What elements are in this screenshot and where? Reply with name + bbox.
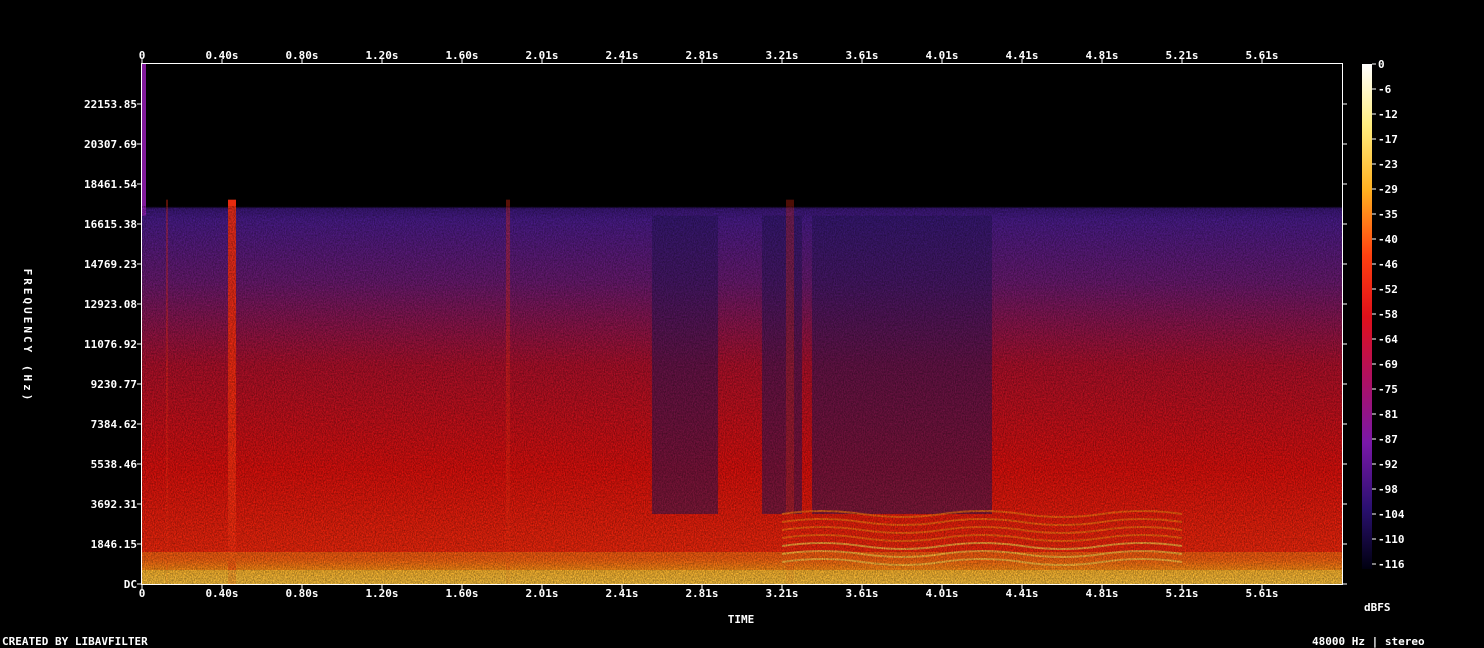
x-tick-label-bottom: 3.61s: [845, 587, 878, 600]
x-tick-label-bottom: 0.40s: [205, 587, 238, 600]
onset-line: [142, 64, 146, 216]
colorbar-tick-label: -58: [1378, 308, 1398, 321]
colorbar-tick-label: 0: [1378, 58, 1385, 71]
x-tick-label-bottom: 4.41s: [1005, 587, 1038, 600]
y-tick-label: 7384.62: [91, 418, 137, 431]
x-tick-label-top: 5.61s: [1245, 49, 1278, 62]
colorbar-tick-label: -40: [1378, 233, 1398, 246]
y-tick-label: 5538.46: [91, 458, 138, 471]
x-tick-label-top: 4.81s: [1085, 49, 1118, 62]
colorbar: 0 -6 -12 -17 -23 -29 -35 -40 -46 -52 -58 -64 -69 -75 -…: [1362, 58, 1405, 614]
y-tick-label: 20307.69: [84, 138, 137, 151]
colorbar-tick-label: -23: [1378, 158, 1398, 171]
x-axis-bottom: 0 0.40s 0.80s 1.20s 1.60s 2.01s 2.41s 2.81s 3.21…: [139, 584, 1279, 600]
colorbar-tick-label: -116: [1378, 558, 1405, 571]
colorbar-tick-label: -69: [1378, 358, 1398, 371]
footer-created-by: CREATED BY LIBAVFILTER: [2, 635, 148, 648]
x-tick-label-top: 2.81s: [685, 49, 718, 62]
y-tick-label: 9230.77: [91, 378, 137, 391]
y-tick-label: DC: [124, 578, 137, 591]
x-tick-label-bottom: 0.80s: [285, 587, 318, 600]
x-tick-label-top: 3.61s: [845, 49, 878, 62]
colorbar-tick-label: -75: [1378, 383, 1398, 396]
colorbar-tick-label: -92: [1378, 458, 1398, 471]
footer-sample-info: 48000 Hz | stereo: [1312, 635, 1425, 648]
x-axis-top: 0 0.40s 0.80s 1.20s 1.60s 2.01s 2.41s 2.81s 3.21…: [139, 49, 1279, 64]
colorbar-tick-label: -104: [1378, 508, 1405, 521]
x-tick-label-top: 0.40s: [205, 49, 238, 62]
x-tick-label-top: 4.41s: [1005, 49, 1038, 62]
colorbar-tick-label: -110: [1378, 533, 1405, 546]
colorbar-tick-label: -87: [1378, 433, 1398, 446]
colorbar-tick-label: -29: [1378, 183, 1398, 196]
y-axis-label: FREQUENCY (Hz): [21, 269, 34, 404]
spectrogram-grain: [142, 206, 1342, 584]
x-tick-label-top: 0: [139, 49, 146, 62]
colorbar-ticks: 0 -6 -12 -17 -23 -29 -35 -40 -46 -52 -58 -64 -69 -75 -…: [1372, 58, 1405, 571]
x-tick-label-bottom: 3.21s: [765, 587, 798, 600]
plot-area: [141, 63, 1343, 585]
colorbar-tick-label: -81: [1378, 408, 1398, 421]
colorbar-tick-label: -46: [1378, 258, 1398, 271]
y-tick-label: 12923.08: [84, 298, 137, 311]
x-tick-label-top: 2.01s: [525, 49, 558, 62]
x-tick-label-bottom: 1.60s: [445, 587, 478, 600]
x-tick-label-bottom: 2.01s: [525, 587, 558, 600]
spectrogram-chart: 0 0.40s 0.80s 1.20s 1.60s 2.01s 2.41s 2.81s 3.21…: [2, 49, 1425, 648]
y-tick-label: 14769.23: [84, 258, 137, 271]
colorbar-tick-label: -12: [1378, 108, 1398, 121]
y-tick-label: 18461.54: [84, 178, 137, 191]
colorbar-tick-label: -52: [1378, 283, 1398, 296]
x-tick-label-bottom: 5.61s: [1245, 587, 1278, 600]
x-tick-label-bottom: 4.81s: [1085, 587, 1118, 600]
x-tick-label-top: 2.41s: [605, 49, 638, 62]
x-tick-label-bottom: 5.21s: [1165, 587, 1198, 600]
x-tick-label-bottom: 4.01s: [925, 587, 958, 600]
colorbar-tick-label: -64: [1378, 333, 1398, 346]
colorbar-tick-label: -6: [1378, 83, 1392, 96]
x-tick-label-bottom: 2.81s: [685, 587, 718, 600]
colorbar-tick-label: -17: [1378, 133, 1398, 146]
colorbar-label: dBFS: [1364, 601, 1391, 614]
y-tick-label: 3692.31: [91, 498, 138, 511]
y-tick-label: 22153.85: [84, 98, 137, 111]
x-tick-label-top: 0.80s: [285, 49, 318, 62]
x-axis-label: TIME: [728, 613, 755, 626]
x-tick-label-bottom: 1.20s: [365, 587, 398, 600]
x-tick-label-top: 5.21s: [1165, 49, 1198, 62]
x-tick-label-top: 1.20s: [365, 49, 398, 62]
colorbar-tick-label: -98: [1378, 483, 1398, 496]
x-tick-label-bottom: 0: [139, 587, 146, 600]
y-tick-label: 1846.15: [91, 538, 137, 551]
x-tick-label-top: 3.21s: [765, 49, 798, 62]
y-tick-label: 16615.38: [84, 218, 137, 231]
colorbar-gradient: [1362, 64, 1372, 569]
colorbar-tick-label: -35: [1378, 208, 1398, 221]
x-tick-label-bottom: 2.41s: [605, 587, 638, 600]
y-tick-label: 11076.92: [84, 338, 137, 351]
x-tick-label-top: 1.60s: [445, 49, 478, 62]
x-tick-label-top: 4.01s: [925, 49, 958, 62]
